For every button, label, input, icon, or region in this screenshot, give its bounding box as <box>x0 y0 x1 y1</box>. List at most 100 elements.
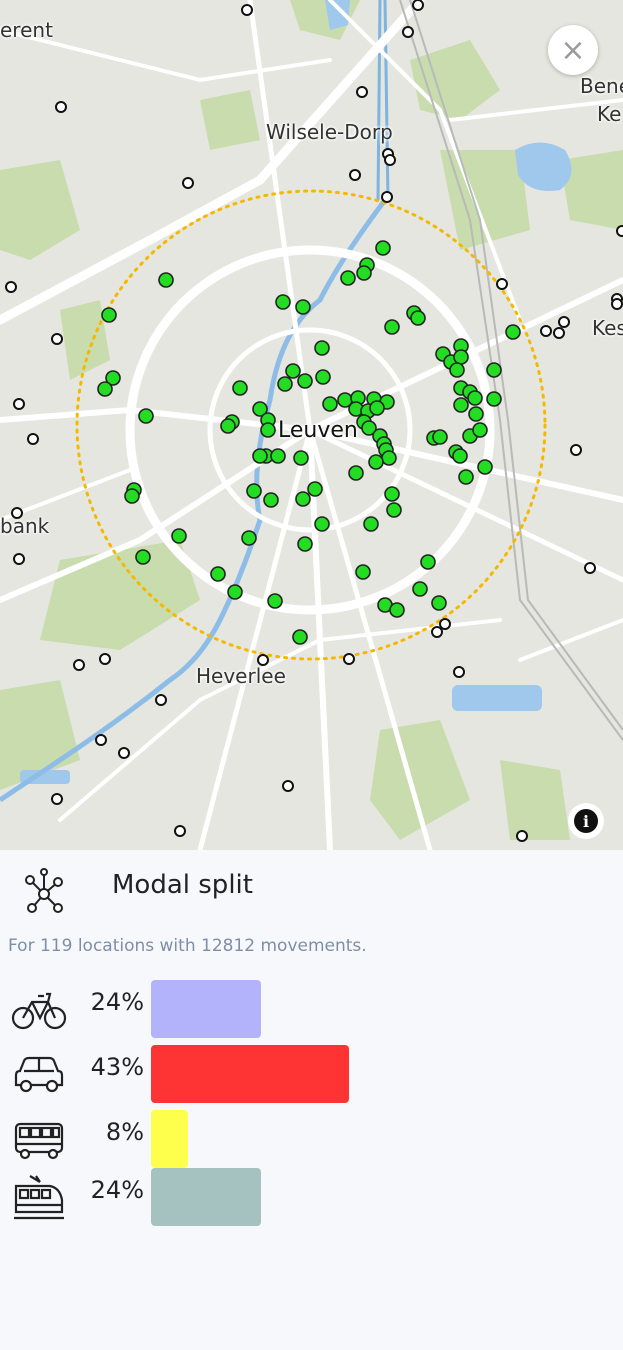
location-marker[interactable] <box>5 281 17 293</box>
counted-location-marker[interactable] <box>246 483 262 499</box>
counted-location-marker[interactable] <box>386 502 402 518</box>
location-marker[interactable] <box>51 793 63 805</box>
counted-location-marker[interactable] <box>227 584 243 600</box>
counted-location-marker[interactable] <box>420 554 436 570</box>
location-marker[interactable] <box>13 553 25 565</box>
counted-location-marker[interactable] <box>124 488 140 504</box>
counted-location-marker[interactable] <box>252 448 268 464</box>
location-marker[interactable] <box>73 659 85 671</box>
counted-location-marker[interactable] <box>260 422 276 438</box>
location-marker[interactable] <box>402 26 414 38</box>
counted-location-marker[interactable] <box>97 381 113 397</box>
info-button[interactable]: i <box>568 803 604 839</box>
counted-location-marker[interactable] <box>101 307 117 323</box>
counted-location-marker[interactable] <box>486 391 502 407</box>
location-marker[interactable] <box>439 618 451 630</box>
counted-location-marker[interactable] <box>210 566 226 582</box>
counted-location-marker[interactable] <box>467 390 483 406</box>
counted-location-marker[interactable] <box>486 362 502 378</box>
location-marker[interactable] <box>453 666 465 678</box>
counted-location-marker[interactable] <box>453 397 469 413</box>
counted-location-marker[interactable] <box>356 265 372 281</box>
location-marker[interactable] <box>584 562 596 574</box>
location-marker[interactable] <box>496 278 508 290</box>
location-marker[interactable] <box>155 694 167 706</box>
location-marker[interactable] <box>55 101 67 113</box>
counted-location-marker[interactable] <box>307 481 323 497</box>
counted-location-marker[interactable] <box>314 516 330 532</box>
location-marker[interactable] <box>282 780 294 792</box>
counted-location-marker[interactable] <box>267 593 283 609</box>
location-marker[interactable] <box>611 298 623 310</box>
counted-location-marker[interactable] <box>293 450 309 466</box>
counted-location-marker[interactable] <box>270 448 286 464</box>
location-marker[interactable] <box>343 653 355 665</box>
counted-location-marker[interactable] <box>505 324 521 340</box>
counted-location-marker[interactable] <box>458 469 474 485</box>
counted-location-marker[interactable] <box>171 528 187 544</box>
counted-location-marker[interactable] <box>389 602 405 618</box>
location-marker[interactable] <box>182 177 194 189</box>
counted-location-marker[interactable] <box>297 536 313 552</box>
location-marker[interactable] <box>174 825 186 837</box>
location-marker[interactable] <box>616 225 623 237</box>
counted-location-marker[interactable] <box>275 294 291 310</box>
location-marker[interactable] <box>13 398 25 410</box>
counted-location-marker[interactable] <box>135 549 151 565</box>
counted-location-marker[interactable] <box>410 310 426 326</box>
counted-location-marker[interactable] <box>431 595 447 611</box>
location-marker[interactable] <box>349 169 361 181</box>
counted-location-marker[interactable] <box>277 376 293 392</box>
counted-location-marker[interactable] <box>138 408 154 424</box>
counted-location-marker[interactable] <box>314 340 330 356</box>
counted-location-marker[interactable] <box>220 418 236 434</box>
close-button[interactable]: × <box>548 25 598 75</box>
counted-location-marker[interactable] <box>381 450 397 466</box>
location-marker[interactable] <box>558 316 570 328</box>
counted-location-marker[interactable] <box>375 240 391 256</box>
counted-location-marker[interactable] <box>369 400 385 416</box>
counted-location-marker[interactable] <box>158 272 174 288</box>
counted-location-marker[interactable] <box>355 564 371 580</box>
location-marker[interactable] <box>570 444 582 456</box>
counted-location-marker[interactable] <box>285 363 301 379</box>
counted-location-marker[interactable] <box>449 362 465 378</box>
location-marker[interactable] <box>384 154 396 166</box>
location-marker[interactable] <box>27 433 39 445</box>
location-marker[interactable] <box>412 0 424 11</box>
counted-location-marker[interactable] <box>241 530 257 546</box>
counted-location-marker[interactable] <box>340 270 356 286</box>
counted-location-marker[interactable] <box>477 459 493 475</box>
location-marker[interactable] <box>118 747 130 759</box>
counted-location-marker[interactable] <box>453 349 469 365</box>
counted-location-marker[interactable] <box>432 429 448 445</box>
location-marker[interactable] <box>241 4 253 16</box>
counted-location-marker[interactable] <box>322 396 338 412</box>
location-marker[interactable] <box>99 653 111 665</box>
counted-location-marker[interactable] <box>295 491 311 507</box>
counted-location-marker[interactable] <box>472 422 488 438</box>
counted-location-marker[interactable] <box>348 465 364 481</box>
counted-location-marker[interactable] <box>263 492 279 508</box>
counted-location-marker[interactable] <box>468 406 484 422</box>
counted-location-marker[interactable] <box>315 369 331 385</box>
counted-location-marker[interactable] <box>412 581 428 597</box>
location-marker[interactable] <box>516 830 528 842</box>
location-marker[interactable] <box>540 325 552 337</box>
location-marker[interactable] <box>381 191 393 203</box>
counted-location-marker[interactable] <box>384 486 400 502</box>
location-marker[interactable] <box>51 333 63 345</box>
location-marker[interactable] <box>95 734 107 746</box>
location-marker[interactable] <box>431 626 443 638</box>
counted-location-marker[interactable] <box>297 373 313 389</box>
location-marker[interactable] <box>356 86 368 98</box>
counted-location-marker[interactable] <box>232 380 248 396</box>
counted-location-marker[interactable] <box>363 516 379 532</box>
counted-location-marker[interactable] <box>384 319 400 335</box>
counted-location-marker[interactable] <box>368 454 384 470</box>
counted-location-marker[interactable] <box>292 629 308 645</box>
map-view[interactable]: erent Wilsele-Dorp Bene Ke Kes bank Leuv… <box>0 0 623 850</box>
location-marker[interactable] <box>553 327 565 339</box>
counted-location-marker[interactable] <box>295 299 311 315</box>
counted-location-marker[interactable] <box>452 448 468 464</box>
